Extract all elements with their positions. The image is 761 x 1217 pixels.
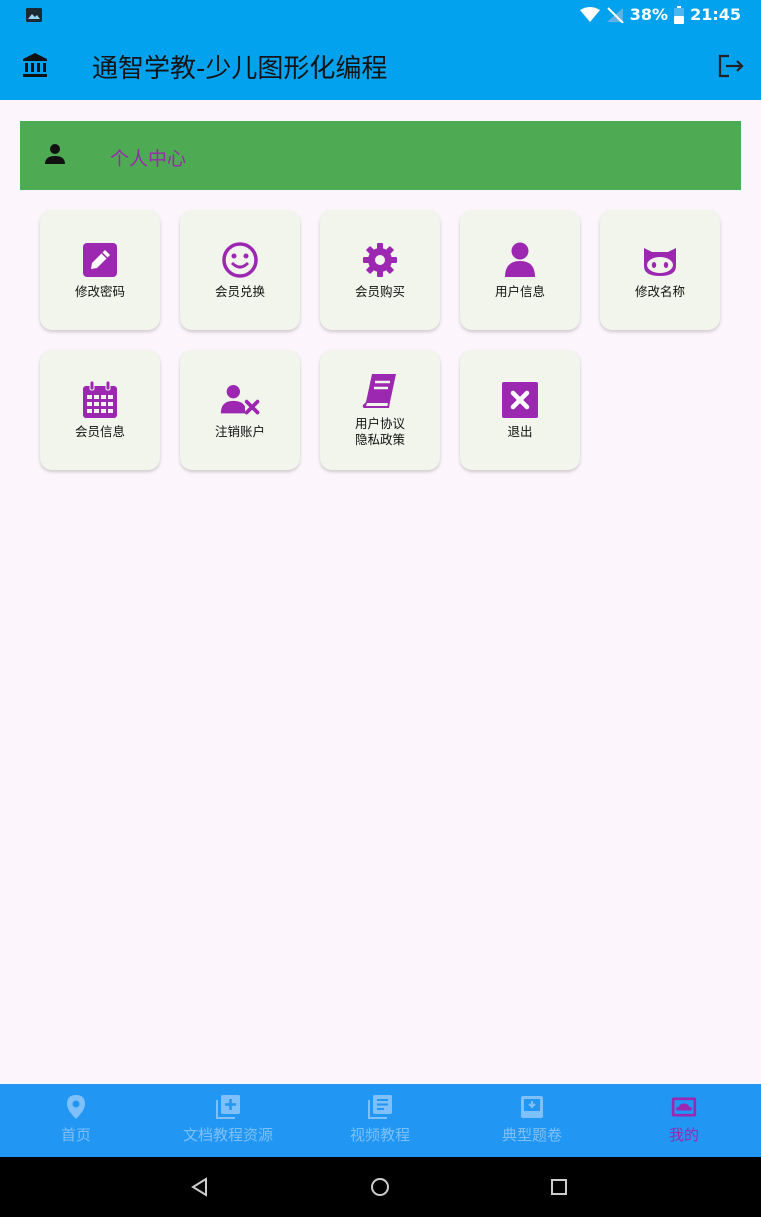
close-box-icon [502, 382, 538, 418]
tile-exit[interactable]: 退出 [460, 350, 580, 470]
app-title: 通智学教-少儿图形化编程 [92, 54, 388, 84]
nav-docs[interactable]: 文档教程资源 [152, 1094, 304, 1145]
nav-label: 文档教程资源 [182, 1126, 273, 1144]
person-icon [45, 144, 65, 164]
tile-agreement-privacy[interactable]: 用户协议 隐私政策 [320, 350, 440, 470]
tile-member-redeem[interactable]: 会员兑换 [180, 210, 300, 330]
nav-exams[interactable]: 典型题卷 [456, 1094, 608, 1145]
status-bar: 38% 21:45 [0, 0, 761, 32]
app-bar: 通智学教-少儿图形化编程 [0, 32, 761, 100]
tile-change-password[interactable]: 修改密码 [40, 210, 160, 330]
edit-icon [83, 243, 117, 277]
battery-percent: 38% [629, 5, 669, 24]
book-icon [362, 374, 396, 408]
image-notification-icon [26, 8, 42, 22]
logout-icon[interactable] [717, 53, 745, 79]
cloud-box-icon [671, 1097, 697, 1117]
nav-home[interactable]: 首页 [0, 1094, 152, 1145]
section-header: 个人中心 [20, 121, 741, 190]
section-title: 个人中心 [110, 148, 187, 170]
tile-label: 退出 [507, 424, 533, 439]
box-icon [521, 1096, 543, 1118]
battery-icon [674, 5, 685, 24]
tile-member-info[interactable]: 会员信息 [40, 350, 160, 470]
tile-delete-account[interactable]: 注销账户 [180, 350, 300, 470]
tile-change-name[interactable]: 修改名称 [600, 210, 720, 330]
nav-label: 我的 [668, 1126, 699, 1144]
user-remove-icon [220, 385, 260, 415]
calendar-icon [83, 380, 117, 418]
library-add-icon [216, 1095, 240, 1119]
smile-icon [222, 242, 258, 278]
tile-member-purchase[interactable]: 会员购买 [320, 210, 440, 330]
cat-icon [644, 248, 676, 276]
nav-label: 视频教程 [349, 1126, 410, 1144]
tile-user-info[interactable]: 用户信息 [460, 210, 580, 330]
tile-label: 会员兑换 [214, 284, 265, 299]
nav-videos[interactable]: 视频教程 [304, 1094, 456, 1145]
tile-label: 注销账户 [214, 424, 265, 439]
nav-label: 首页 [60, 1126, 91, 1144]
nav-label: 典型题卷 [501, 1126, 562, 1144]
tile-label: 会员信息 [74, 424, 125, 439]
gear-icon [363, 243, 397, 277]
tile-label: 修改密码 [74, 284, 125, 299]
tile-label: 用户协议 隐私政策 [354, 416, 405, 447]
bank-icon[interactable] [22, 52, 48, 78]
library-books-icon [368, 1095, 392, 1119]
clock: 21:45 [690, 5, 741, 24]
nav-mine[interactable]: 我的 [608, 1094, 760, 1145]
back-icon[interactable] [188, 1175, 212, 1199]
tile-label: 修改名称 [634, 284, 685, 299]
tile-label: 用户信息 [494, 284, 545, 299]
user-icon [505, 242, 535, 277]
tile-label: 会员购买 [354, 284, 405, 299]
home-icon[interactable] [368, 1175, 392, 1199]
signal-off-icon [606, 6, 624, 23]
recents-icon[interactable] [547, 1175, 571, 1199]
bottom-nav: 首页 文档教程资源 视频教程 典型题卷 我的 [0, 1084, 761, 1157]
wifi-icon [579, 6, 600, 22]
system-nav-bar [0, 1157, 761, 1217]
location-icon [67, 1095, 85, 1119]
